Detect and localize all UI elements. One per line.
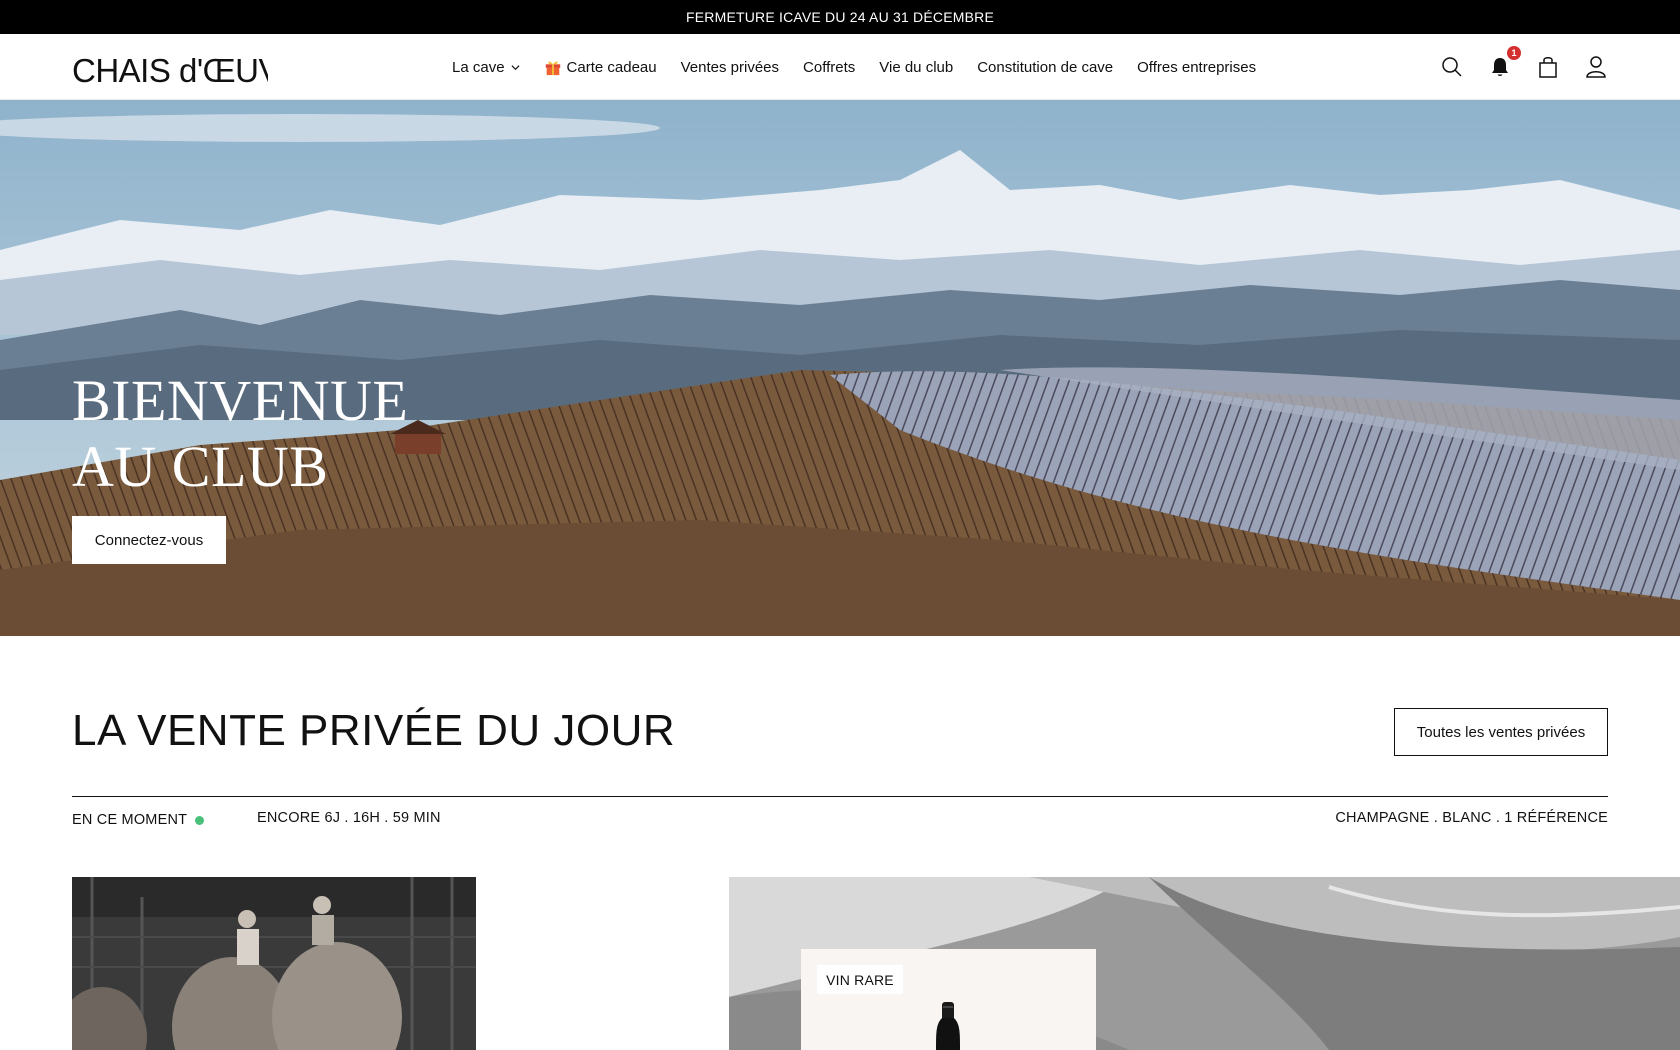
nav-item-vie-du-club[interactable]: Vie du club: [867, 59, 965, 76]
nav-item-label: Carte cadeau: [566, 58, 657, 76]
main-nav: La cave Carte cadeau Ventes privées Coff…: [452, 34, 1268, 100]
live-indicator-icon: [195, 815, 205, 825]
sale-status-label: EN CE MOMENT: [72, 812, 188, 828]
nav-item-label: Ventes privées: [680, 58, 780, 76]
nav-item-offres-entreprises[interactable]: Offres entreprises: [1125, 59, 1268, 76]
site-logo[interactable]: CHAIS d'ŒUVRE: [72, 44, 268, 90]
nav-item-ventes-privees[interactable]: Ventes privées: [669, 59, 791, 76]
nav-item-la-cave[interactable]: La cave: [452, 59, 532, 76]
bag-icon: [1539, 57, 1557, 78]
account-icon: [1586, 56, 1606, 78]
nav-item-label: Coffrets: [803, 58, 856, 76]
search-icon: [1442, 57, 1462, 77]
section-divider: [72, 796, 1608, 797]
nav-item-label: Offres entreprises: [1137, 58, 1257, 76]
product-tag: VIN RARE: [817, 965, 903, 994]
nav-item-label: Constitution de cave: [977, 58, 1114, 76]
hero-title-line-2: AU CLUB: [72, 434, 329, 499]
header-icons: 1: [1440, 34, 1608, 100]
account-button[interactable]: [1584, 55, 1608, 79]
announcement-text: FERMETURE ICAVE DU 24 AU 31 DÉCEMBRE: [685, 9, 994, 25]
nav-item-label: Vie du club: [879, 58, 954, 76]
logo-wordmark: CHAIS d'ŒUVRE: [72, 52, 268, 89]
announcement-bar: FERMETURE ICAVE DU 24 AU 31 DÉCEMBRE: [0, 0, 1680, 34]
hero-title-line-1: BIENVENUE: [72, 368, 409, 433]
search-button[interactable]: [1440, 55, 1464, 79]
gift-icon: [545, 61, 560, 76]
section-title: LA VENTE PRIVÉE DU JOUR: [72, 706, 676, 755]
site-header: CHAIS d'ŒUVRE La cave Carte cadeau Vente…: [0, 34, 1680, 100]
chevron-down-icon: [511, 64, 520, 70]
bottle-icon: [936, 1002, 960, 1050]
notifications-button[interactable]: 1: [1488, 46, 1521, 79]
notification-badge: 1: [1507, 46, 1521, 60]
hero-title: BIENVENUE AU CLUB: [72, 368, 408, 500]
producer-photo: [72, 877, 476, 1050]
sale-status: EN CE MOMENT: [72, 812, 205, 828]
svg-text:CHAIS d'ŒUVRE: CHAIS d'ŒUVRE: [72, 52, 268, 89]
cart-button[interactable]: [1536, 55, 1560, 79]
producer-image[interactable]: [72, 877, 476, 1050]
nav-item-constitution-de-cave[interactable]: Constitution de cave: [965, 59, 1125, 76]
sale-countdown: ENCORE 6J . 16H . 59 MIN: [257, 810, 441, 826]
hero-banner: BIENVENUE AU CLUB Connectez-vous: [0, 100, 1680, 636]
nav-item-label: La cave: [452, 58, 505, 76]
login-button[interactable]: Connectez-vous: [72, 516, 226, 564]
nav-item-coffrets[interactable]: Coffrets: [791, 59, 867, 76]
sale-category: CHAMPAGNE . BLANC . 1 RÉFÉRENCE: [1335, 810, 1608, 826]
bell-icon: [1492, 58, 1508, 76]
nav-item-carte-cadeau[interactable]: Carte cadeau: [532, 58, 669, 76]
all-private-sales-button[interactable]: Toutes les ventes privées: [1394, 708, 1608, 756]
